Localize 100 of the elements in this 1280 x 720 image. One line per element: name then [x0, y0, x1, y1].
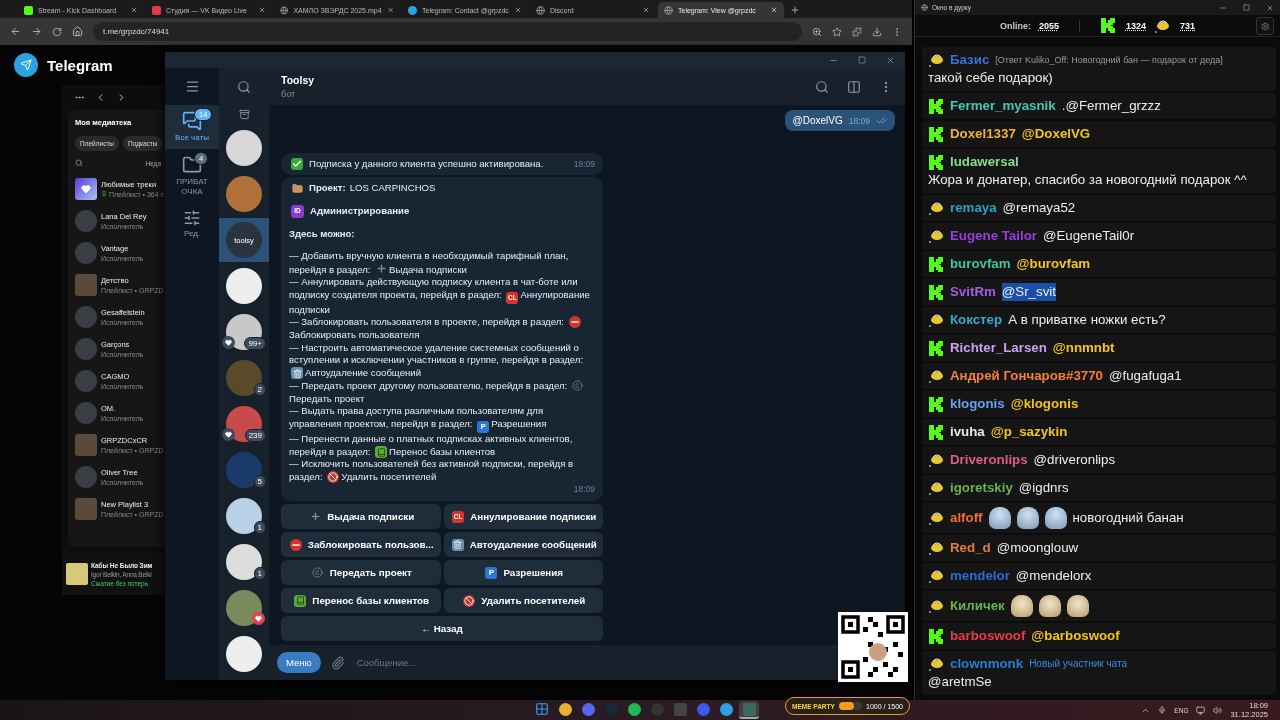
- sidebar-icon[interactable]: [847, 79, 861, 94]
- new-member-note: Новый участник чата: [1029, 657, 1127, 671]
- kick-count: 1324: [1126, 20, 1146, 31]
- settings-button[interactable]: [1256, 17, 1274, 35]
- bowl-icon: [928, 228, 944, 244]
- address-bar[interactable]: t.me/grpzdc/74941: [93, 22, 802, 41]
- keyboard-button[interactable]: Передать проект: [281, 560, 441, 585]
- star-icon[interactable]: [832, 26, 842, 37]
- message-text: @Sr_svit: [1001, 283, 1056, 301]
- chat-list-item[interactable]: 239: [219, 402, 269, 446]
- maximize-icon[interactable]: [858, 56, 866, 64]
- zoom-icon[interactable]: [812, 26, 822, 37]
- new-tab-icon[interactable]: [790, 5, 800, 15]
- site-title: Telegram: [47, 56, 113, 74]
- keyboard-button[interactable]: Перенос базы клиентов: [281, 588, 441, 613]
- intro-text: Здесь можно:: [289, 227, 355, 239]
- download-icon[interactable]: [872, 26, 882, 37]
- message-text: @driveronlips: [1033, 451, 1116, 469]
- username: klogonis: [950, 395, 1005, 413]
- keyboard-button[interactable]: Автоудаление сообщений: [443, 532, 603, 557]
- avatar: [226, 544, 262, 580]
- close-icon[interactable]: [1266, 3, 1274, 12]
- book-icon: [375, 446, 388, 459]
- bowl-icon: [928, 540, 944, 556]
- forward-icon[interactable]: [31, 26, 42, 37]
- taskbar-button[interactable]: [739, 701, 759, 719]
- heart-icon: [81, 183, 91, 194]
- close-icon[interactable]: [514, 6, 522, 14]
- instruction-text: — Выдать права доступа различным пользователям для управления проектом, перейдя в раздел: P Разрешения: [289, 405, 595, 434]
- close-icon[interactable]: [258, 6, 266, 14]
- search-icon[interactable]: [815, 79, 829, 94]
- cover-image: [75, 337, 97, 360]
- back-icon[interactable]: [10, 26, 21, 37]
- message-input[interactable]: Сообщение...: [354, 656, 655, 669]
- settings-icon: [1260, 21, 1270, 31]
- keyboard-button[interactable]: Выдача подписки: [281, 504, 441, 529]
- avatar: [226, 130, 262, 166]
- chat-list-item[interactable]: 1: [219, 494, 269, 538]
- monitor-icon[interactable]: [1196, 705, 1206, 715]
- cover-image: [75, 273, 97, 296]
- username: Базис: [950, 51, 990, 69]
- folder-tab[interactable]: Ред.: [165, 203, 219, 245]
- keyboard-button[interactable]: ← Назад: [281, 616, 603, 641]
- app-icon: [558, 702, 572, 716]
- username: Eugene Tailor: [950, 227, 1037, 245]
- close-icon[interactable]: [642, 6, 650, 14]
- chat-title: Toolsy: [281, 74, 316, 86]
- microphone-icon[interactable]: [1158, 706, 1167, 714]
- search-icon[interactable]: [75, 159, 83, 167]
- home-icon[interactable]: [72, 26, 83, 37]
- message-text: @klogonis: [1010, 395, 1079, 413]
- avatar: [226, 360, 262, 396]
- message-text: @burovfam: [1016, 255, 1091, 273]
- menu-icon[interactable]: [184, 79, 200, 94]
- archive-icon[interactable]: [238, 109, 250, 120]
- instruction-text: — Добавить вручную клиента в необходимый тарифный план, перейдя в раздел: Выдача подписки: [289, 250, 570, 276]
- chat-list-item[interactable]: 2: [219, 356, 269, 400]
- copyright-icon: [571, 379, 584, 392]
- chat-list-item[interactable]: 99+: [219, 310, 269, 354]
- project-label: Проект:: [309, 182, 346, 195]
- folder-icon: [182, 155, 202, 175]
- maximize-icon[interactable]: [1243, 4, 1250, 11]
- reload-icon[interactable]: [52, 26, 62, 37]
- app-icon: [673, 702, 687, 716]
- menu-button[interactable]: Меню: [277, 652, 321, 673]
- search-icon[interactable]: [237, 79, 251, 94]
- k-logo-icon: [928, 154, 944, 170]
- keyboard-button[interactable]: Заблокировать пользов...: [281, 532, 441, 557]
- k-logo-icon: [928, 628, 944, 644]
- message-text: @moonglouw: [996, 539, 1079, 557]
- close-icon[interactable]: [130, 6, 138, 14]
- keyboard-button[interactable]: P Разрешения: [443, 560, 603, 585]
- message-text: Подписка у данного клиента успешно активирована.: [309, 157, 544, 171]
- puzzle-icon[interactable]: [852, 26, 862, 37]
- message-text: такой себе подарок): [928, 69, 1053, 87]
- chat-list-item[interactable]: 5: [219, 448, 269, 492]
- avatar: [226, 268, 262, 304]
- cover-image: [75, 401, 97, 424]
- chat-list-item[interactable]: 1: [219, 540, 269, 584]
- app-icon: [696, 702, 710, 716]
- letter-badge-icon: P: [477, 421, 490, 434]
- app-icon: [719, 702, 733, 716]
- close-icon[interactable]: [386, 6, 394, 14]
- k-logo-icon: [928, 424, 944, 440]
- avatar: [226, 452, 262, 488]
- bowl-icon: [928, 510, 944, 526]
- keyboard-button[interactable]: Удалить посетителей: [443, 588, 603, 613]
- close-icon[interactable]: [886, 55, 895, 65]
- app-icon: [627, 702, 641, 716]
- speaker-icon[interactable]: [1213, 705, 1223, 715]
- message-text: @remaya52: [1002, 199, 1076, 217]
- cover-image: [75, 465, 97, 488]
- instruction-text: — Настроить автоматическое удаление системных сообщений о вступлении и исключении участников в группе, перейдя в раздел: Автоудаление сообщений: [289, 341, 585, 380]
- heart-icon: [222, 336, 235, 349]
- app-icon: [742, 702, 756, 716]
- attach-icon[interactable]: [330, 655, 345, 670]
- message-time: 18:09: [573, 157, 595, 171]
- username: Fermer_myasnik: [950, 97, 1056, 115]
- bowl-icon: [928, 312, 944, 328]
- message-text: @fugafuga1: [1109, 367, 1182, 385]
